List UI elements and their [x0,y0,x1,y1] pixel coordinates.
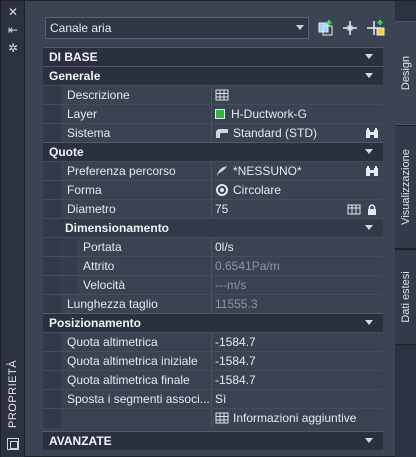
prop-diametro[interactable]: Diametro 75 [43,199,383,219]
quota-fin-value[interactable]: -1584.7 [215,373,379,387]
quota-alt-value[interactable]: -1584.7 [215,335,379,349]
circular-shape-icon [216,184,228,196]
table-icon[interactable] [215,89,229,101]
prop-forma[interactable]: Forma Circolare [43,180,383,200]
prop-layer[interactable]: Layer H-Ductwork-G [43,104,383,124]
close-icon[interactable]: ✕ [5,5,21,19]
category-posizionamento[interactable]: Posizionamento [43,313,383,332]
collapse-icon[interactable] [365,438,373,443]
quota-ini-value[interactable]: -1584.7 [215,354,379,368]
prop-preferenza-percorso[interactable]: Preferenza percorso *NESSUNO* [43,161,383,181]
collapse-icon[interactable] [365,73,373,78]
lock-icon[interactable] [365,203,379,216]
prop-quota-altimetrica[interactable]: Quota altimetrica -1584.7 [43,332,383,352]
settings-icon[interactable]: ✲ [5,41,21,55]
browse-icon[interactable] [365,127,379,140]
prop-portata[interactable]: Portata 0l/s [43,237,383,257]
prop-descrizione[interactable]: Descrizione [43,85,383,105]
prop-velocita: Velocità ---m/s [43,275,383,295]
collapse-icon[interactable] [365,54,373,59]
tab-visualizzazione[interactable]: Visualizzazione [395,125,416,249]
collapse-icon[interactable] [365,320,373,325]
auto-hide-icon[interactable]: ⇤ [5,23,21,37]
category-di-base[interactable]: DI BASE [43,47,383,66]
properties-grid: DI BASE Generale Descrizione Layer H-Duc… [43,47,383,452]
select-objects-icon[interactable] [341,19,359,37]
prop-informazioni-aggiuntive[interactable]: Informazioni aggiuntive [43,408,383,428]
attrito-value: 0.6541Pa/m [215,259,280,273]
preferenza-value[interactable]: *NESSUNO* [215,164,379,178]
palette-menu-icon[interactable] [7,438,19,450]
prop-lunghezza-taglio: Lunghezza taglio 11555.3 [43,294,383,314]
palette-title-bar: ✕ ⇤ ✲ PROPRIETÀ [1,1,25,457]
prop-attrito: Attrito 0.6541Pa/m [43,256,383,276]
lunghezza-value: 11555.3 [215,297,258,311]
toolbar: Canale aria [45,17,391,39]
table-icon[interactable] [347,203,361,216]
palette-tabs: Design Visualizzazione Dati estesi [395,1,416,457]
velocita-value: ---m/s [215,278,247,292]
chevron-down-icon [296,25,304,30]
browse-icon[interactable] [365,165,379,178]
prop-sposta-segmenti[interactable]: Sposta i segmenti associ... Sì [43,389,383,409]
pickadd-icon[interactable] [367,19,385,37]
duct-system-icon [216,129,228,138]
object-type-dropdown[interactable]: Canale aria [45,17,309,39]
sistema-value[interactable]: Standard (STD) [215,126,379,140]
descrizione-value[interactable] [215,88,379,102]
sposta-value[interactable]: Sì [215,392,379,406]
collapse-icon[interactable] [365,149,373,154]
prop-quota-altimetrica-finale[interactable]: Quota altimetrica finale -1584.7 [43,370,383,390]
tab-dati-estesi[interactable]: Dati estesi [395,249,416,345]
palette-title: PROPRIETÀ [7,359,19,428]
layer-value[interactable]: H-Ductwork-G [215,107,379,121]
quick-select-icon[interactable] [317,19,335,37]
prop-quota-altimetrica-iniziale[interactable]: Quota altimetrica iniziale -1584.7 [43,351,383,371]
forma-value[interactable]: Circolare [215,183,379,197]
category-generale[interactable]: Generale [43,66,383,85]
routing-preference-icon [217,166,227,176]
info-button[interactable]: Informazioni aggiuntive [215,411,379,425]
category-quote[interactable]: Quote [43,142,383,161]
portata-value[interactable]: 0l/s [215,240,379,254]
properties-palette: ✕ ⇤ ✲ PROPRIETÀ Design Visualizzazione D… [0,0,416,457]
tab-design[interactable]: Design [395,21,416,125]
subcategory-dimensionamento[interactable]: Dimensionamento [43,218,383,238]
category-avanzate[interactable]: AVANZATE [43,431,383,450]
layer-color-swatch [215,109,225,119]
table-icon [215,412,229,424]
prop-sistema[interactable]: Sistema Standard (STD) [43,123,383,143]
collapse-icon[interactable] [365,225,373,230]
